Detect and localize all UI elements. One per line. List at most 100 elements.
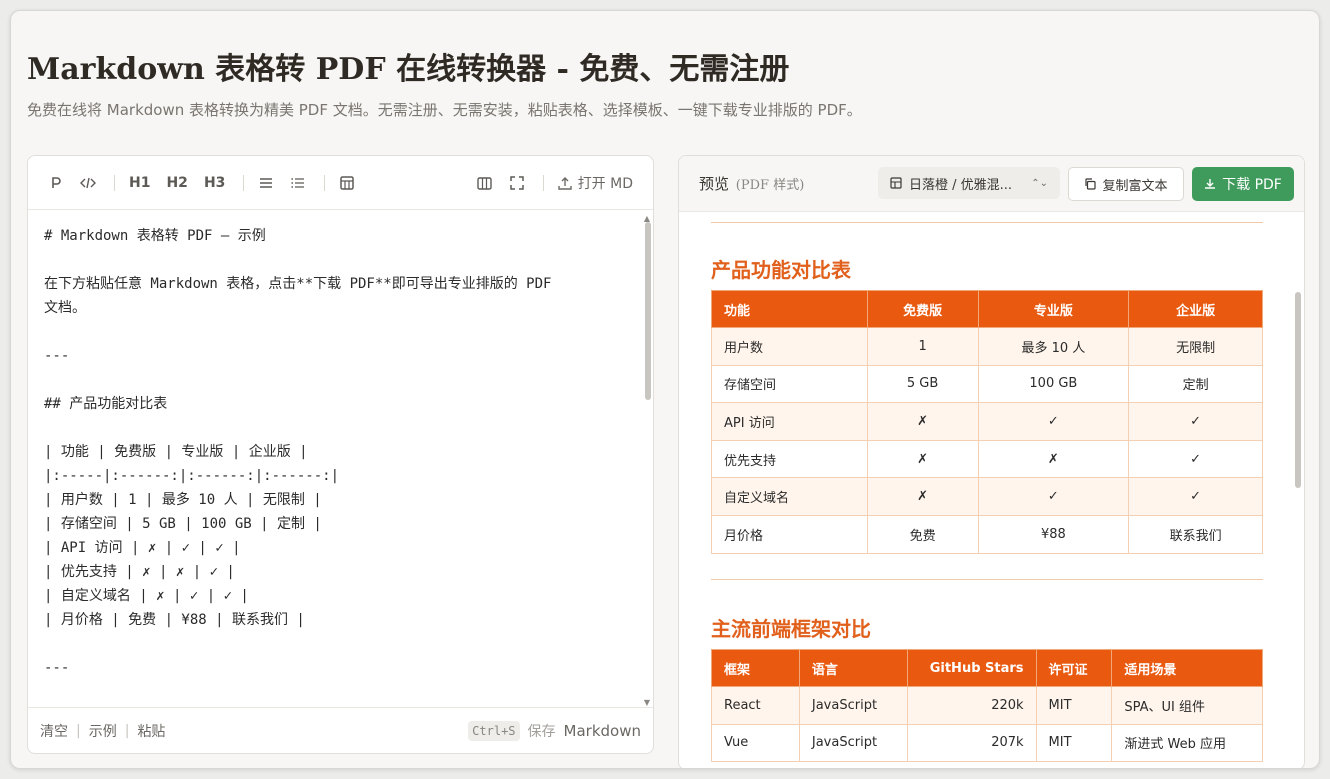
preview-title: 预览 (PDF 样式)	[699, 173, 804, 194]
page-title: Markdown 表格转 PDF 在线转换器 - 免费、无需注册	[27, 52, 790, 87]
table-cell: 1	[866, 327, 979, 366]
download-pdf-button[interactable]: 下载 PDF	[1192, 167, 1294, 201]
table-cell: 最多 10 人	[977, 327, 1130, 366]
table-cell: 联系我们	[1128, 514, 1263, 554]
preview-scrollbar-thumb[interactable]	[1295, 292, 1301, 488]
table-row: React JavaScript 220k MIT SPA、UI 组件	[711, 686, 1263, 725]
table-cell: 5 GB	[866, 364, 979, 404]
heading3-button[interactable]: H3	[198, 169, 231, 197]
table-cell: 207k	[906, 723, 1037, 763]
heading1-button[interactable]: H1	[123, 169, 156, 197]
paragraph-button[interactable]	[42, 169, 70, 197]
editor-scrollbar-thumb[interactable]	[645, 222, 651, 400]
table-cell: MIT	[1035, 686, 1113, 725]
table-header-cell: 适用场景	[1111, 649, 1263, 687]
table-header-cell: 语言	[798, 649, 908, 687]
code-icon	[80, 177, 96, 188]
table-row: 存储空间 5 GB 100 GB 定制	[711, 364, 1263, 404]
table-cell: Vue	[711, 723, 800, 763]
table-cell: ✓	[977, 402, 1130, 441]
table-row: 月价格 免费 ¥88 联系我们	[711, 514, 1263, 554]
example-button[interactable]: 示例	[89, 721, 117, 741]
open-md-button[interactable]: 打开 MD	[552, 169, 639, 197]
footer-divider: |	[124, 722, 130, 739]
table-cell: 月价格	[711, 514, 868, 554]
split-view-button[interactable]	[471, 169, 499, 197]
columns-icon	[477, 176, 492, 190]
table-header-cell: 免费版	[866, 290, 979, 328]
table-row: API 访问 ✗ ✓ ✓	[711, 402, 1263, 441]
table-header-cell: 许可证	[1035, 649, 1113, 687]
table-cell: 定制	[1128, 364, 1263, 404]
editor-toolbar: H1 H2 H3 打开 MD	[28, 156, 653, 210]
markdown-textarea[interactable]: # Markdown 表格转 PDF — 示例在下方粘贴任意 Markdown …	[28, 211, 640, 707]
toolbar-divider	[542, 175, 544, 191]
table-cell: ✓	[1128, 439, 1263, 479]
scroll-up-icon[interactable]: ▲	[644, 214, 650, 223]
code-line: | 优先支持 | ✗ | ✗ | ✓ |	[44, 564, 235, 580]
table-header-row: 功能 免费版 专业版 企业版	[711, 290, 1263, 328]
heading2-button[interactable]: H2	[160, 169, 193, 197]
save-shortcut-badge: Ctrl+S	[468, 720, 520, 741]
template-select-value: 日落橙 / 优雅混...	[909, 177, 1013, 193]
bullet-list-button[interactable]	[252, 169, 280, 197]
code-line: # Markdown 表格转 PDF — 示例	[44, 228, 266, 244]
paste-button[interactable]: 粘贴	[137, 721, 165, 741]
pdf-preview-panel: 预览 (PDF 样式) 日落橙 / 优雅混... ⌃⌄ 复制富文本 下载 PDF…	[678, 155, 1305, 768]
table-cell: API 访问	[711, 402, 868, 441]
fullscreen-button[interactable]	[503, 169, 531, 197]
table-cell: MIT	[1035, 723, 1113, 763]
clear-button[interactable]: 清空	[40, 721, 68, 741]
scroll-down-icon[interactable]: ▼	[644, 698, 650, 707]
save-hint: 保存	[527, 723, 556, 740]
table-cell: SPA、UI 组件	[1111, 686, 1263, 725]
section-heading: 产品功能对比表	[711, 258, 851, 282]
code-line: ---	[44, 660, 70, 676]
table-cell: 自定义域名	[711, 477, 868, 516]
upload-icon	[557, 177, 572, 190]
code-line: |:-----|:------:|:------:|:------:|	[44, 468, 340, 484]
table-cell: React	[711, 686, 800, 725]
copy-rich-text-button[interactable]: 复制富文本	[1068, 167, 1184, 201]
table-row: 用户数 1 最多 10 人无限制	[711, 327, 1263, 366]
table-cell: 优先支持	[711, 439, 868, 479]
editor-footer: 清空 | 示例 | 粘贴 Ctrl+S 保存 Markdown	[28, 707, 653, 753]
code-line: ## 产品功能对比表	[44, 396, 168, 412]
table-cell: 无限制	[1128, 327, 1263, 366]
ordered-list-button[interactable]	[284, 169, 312, 197]
feature-comparison-table: 功能 免费版 专业版 企业版 用户数 1 最多 10 人无限制 存储空间 5 GB 100 GB 定…	[711, 290, 1263, 554]
table-cell: ✓	[1128, 402, 1263, 441]
template-select[interactable]: 日落橙 / 优雅混... ⌃⌄	[878, 167, 1060, 199]
table-cell: JavaScript	[798, 723, 908, 763]
toolbar-right-group: 打开 MD	[471, 169, 643, 197]
table-cell: 220k	[906, 686, 1037, 725]
code-line: 在下方粘贴任意 Markdown 表格，点击**下载 PDF**即可导出专业排版…	[44, 276, 552, 292]
toolbar-divider	[243, 174, 245, 191]
template-icon	[890, 177, 902, 189]
table-cell: 存储空间	[711, 364, 868, 404]
table-header-cell: 框架	[711, 649, 800, 687]
table-cell: JavaScript	[798, 686, 908, 725]
editor-mode-label: Markdown	[563, 721, 641, 740]
footer-divider: |	[76, 722, 81, 739]
insert-table-button[interactable]	[333, 169, 361, 197]
table-header-cell: 专业版	[977, 290, 1130, 328]
code-button[interactable]	[74, 169, 102, 197]
preview-header: 预览 (PDF 样式) 日落橙 / 优雅混... ⌃⌄ 复制富文本 下载 PDF	[679, 156, 1304, 212]
table-header-row: 框架 语言 GitHub Stars 许可证 适用场景	[711, 649, 1263, 687]
code-line: | 自定义域名 | ✗ | ✓ | ✓ |	[44, 588, 249, 604]
code-line: ---	[44, 348, 70, 364]
download-pdf-label: 下载 PDF	[1222, 177, 1282, 193]
page-subtitle: 免费在线将 Markdown 表格转换为精美 PDF 文档。无需注册、无需安装，…	[27, 101, 862, 119]
app-window: Markdown 表格转 PDF 在线转换器 - 免费、无需注册 免费在线将 M…	[10, 10, 1320, 769]
preview-title-text: 预览	[699, 175, 730, 193]
table-cell: 用户数	[711, 327, 868, 366]
table-cell: 免费	[866, 514, 979, 554]
table-cell: ✓	[1128, 477, 1263, 516]
code-line: | 存储空间 | 5 GB | 100 GB | 定制 |	[44, 516, 322, 532]
preview-rule	[711, 579, 1263, 580]
